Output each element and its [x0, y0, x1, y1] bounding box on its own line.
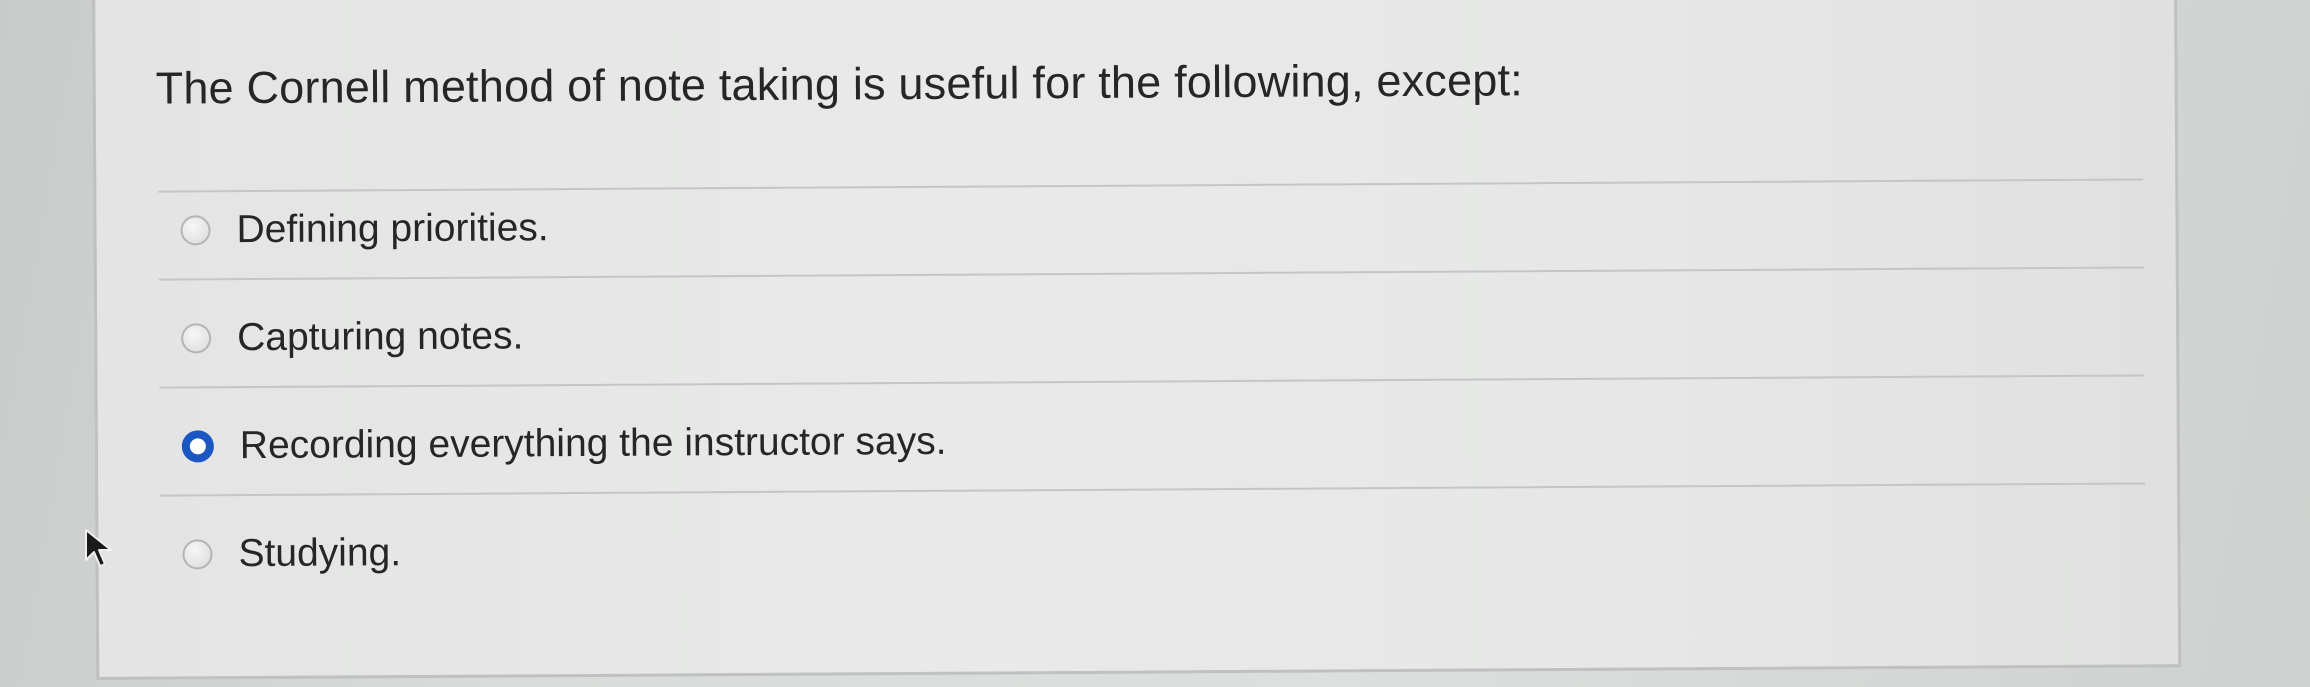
- answer-divider: [160, 482, 2146, 497]
- radio-button-3-selected[interactable]: [181, 430, 214, 463]
- answer-option-3[interactable]: Recording everything the instructor says…: [181, 412, 947, 477]
- mouse-pointer-icon: [85, 529, 112, 567]
- answer-label-2: Capturing notes.: [237, 314, 524, 360]
- radio-button-4[interactable]: [182, 539, 213, 570]
- answer-divider: [158, 266, 2144, 281]
- answer-label-1: Defining priorities.: [236, 206, 549, 252]
- question-divider: [158, 178, 2144, 193]
- radio-button-1[interactable]: [180, 215, 211, 246]
- answer-label-3: Recording everything the instructor says…: [239, 419, 947, 468]
- answer-option-1[interactable]: Defining priorities.: [180, 198, 549, 260]
- answer-label-4: Studying.: [238, 531, 402, 576]
- answer-option-4[interactable]: Studying.: [182, 523, 401, 584]
- question-card: The Cornell method of note taking is use…: [92, 0, 2182, 680]
- answer-option-2[interactable]: Capturing notes.: [181, 306, 524, 368]
- answer-divider: [159, 374, 2145, 389]
- question-text: The Cornell method of note taking is use…: [155, 54, 1524, 114]
- radio-button-2[interactable]: [181, 323, 212, 354]
